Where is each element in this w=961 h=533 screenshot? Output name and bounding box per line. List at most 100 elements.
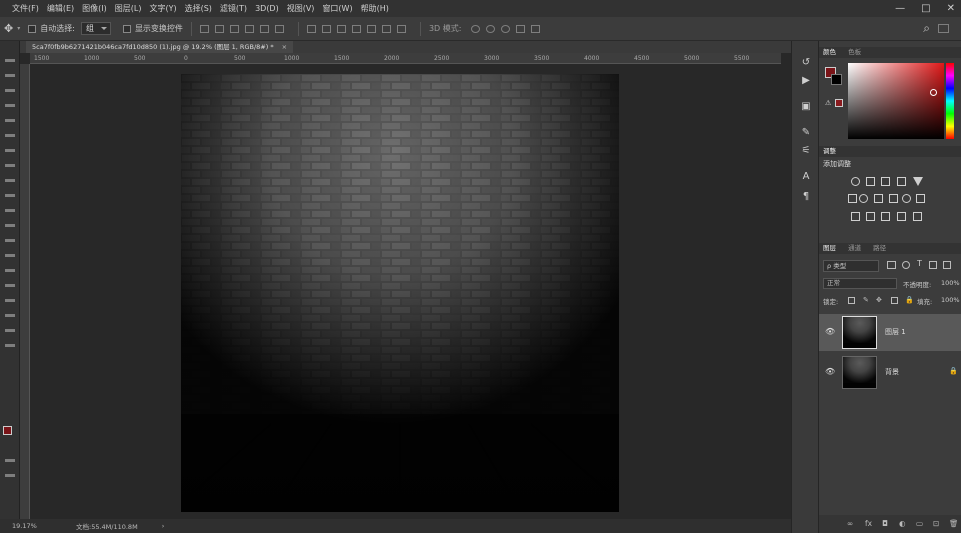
- add-mask-icon[interactable]: ◘: [882, 519, 888, 528]
- channel-mixer-icon[interactable]: [902, 194, 911, 203]
- align-hcenter-icon[interactable]: [259, 24, 269, 33]
- align-vcenter-icon[interactable]: [214, 24, 224, 33]
- menu-image[interactable]: 图像(I): [82, 3, 107, 14]
- distribute-right-icon[interactable]: [381, 24, 391, 33]
- color-picker-marker[interactable]: [930, 89, 937, 96]
- stamp-tool-icon[interactable]: [5, 164, 15, 167]
- 3d-video-icon[interactable]: [531, 24, 541, 33]
- invert-icon[interactable]: [851, 212, 860, 221]
- distribute-hcenter-icon[interactable]: [366, 24, 376, 33]
- lock-artboard-icon[interactable]: [891, 297, 898, 304]
- auto-select-checkbox[interactable]: [28, 24, 37, 33]
- brightness-icon[interactable]: [851, 177, 860, 186]
- pen-tool-icon[interactable]: [5, 254, 15, 257]
- hand-tool-icon[interactable]: [5, 314, 15, 317]
- lock-position-icon[interactable]: ✥: [876, 296, 882, 304]
- history-brush-tool-icon[interactable]: [5, 179, 15, 182]
- 3d-pan-icon[interactable]: [501, 24, 511, 33]
- tab-swatches[interactable]: 色板: [848, 48, 861, 56]
- eyedropper-tool-icon[interactable]: [5, 119, 15, 122]
- blur-tool-icon[interactable]: [5, 224, 15, 227]
- menu-3d[interactable]: 3D(D): [255, 4, 279, 13]
- menu-select[interactable]: 选择(S): [185, 3, 212, 14]
- more-tools-icon[interactable]: [5, 344, 15, 347]
- visibility-eye-icon[interactable]: 👁: [825, 367, 835, 376]
- close-tab-icon[interactable]: ×: [282, 43, 287, 51]
- color-picker-field[interactable]: [848, 63, 944, 139]
- status-menu-arrow[interactable]: ›: [162, 522, 165, 530]
- delete-layer-icon[interactable]: 🗑: [949, 519, 959, 528]
- 3d-slide-icon[interactable]: [516, 24, 526, 33]
- gradient-tool-icon[interactable]: [5, 209, 15, 212]
- marquee-tool-icon[interactable]: [5, 59, 15, 62]
- foreground-color-swatch[interactable]: [3, 426, 12, 435]
- tab-adjustments[interactable]: 调整: [823, 147, 836, 155]
- document-image[interactable]: [181, 74, 619, 512]
- path-select-tool-icon[interactable]: [5, 284, 15, 287]
- opacity-value[interactable]: 100%: [941, 279, 960, 287]
- lock-all-icon[interactable]: 🔒: [905, 296, 914, 304]
- restore-button[interactable]: □: [921, 3, 930, 14]
- blend-mode-dropdown[interactable]: 正常: [823, 278, 897, 289]
- black-white-icon[interactable]: [874, 194, 883, 203]
- screen-mode-icon[interactable]: [5, 474, 15, 477]
- new-layer-icon[interactable]: ⊡: [933, 519, 939, 528]
- paragraph-icon[interactable]: ¶: [800, 191, 812, 203]
- filter-smart-icon[interactable]: [943, 261, 951, 269]
- menu-help[interactable]: 帮助(H): [361, 3, 389, 14]
- lasso-tool-icon[interactable]: [5, 74, 15, 77]
- hue-saturation-icon[interactable]: [848, 194, 857, 203]
- tool-preset-arrow[interactable]: ▾: [17, 25, 20, 32]
- menu-window[interactable]: 窗口(W): [322, 3, 352, 14]
- 3d-rotate-icon[interactable]: [471, 24, 481, 33]
- workspace-icon[interactable]: [938, 24, 949, 33]
- distribute-bottom-icon[interactable]: [336, 24, 346, 33]
- auto-align-icon[interactable]: [396, 24, 406, 33]
- crop-tool-icon[interactable]: [5, 104, 15, 107]
- adjust-sliders-icon[interactable]: ⚟: [800, 145, 812, 157]
- layer-kind-filter[interactable]: ρ 类型: [823, 260, 879, 272]
- fx-icon[interactable]: fx: [865, 519, 872, 528]
- gradient-map-icon[interactable]: [897, 212, 906, 221]
- menu-filter[interactable]: 滤镜(T): [220, 3, 247, 14]
- type-tool-icon[interactable]: [5, 269, 15, 272]
- shape-tool-icon[interactable]: [5, 299, 15, 302]
- layer-row-background[interactable]: 👁 背景 🔒: [819, 354, 961, 391]
- filter-pixel-icon[interactable]: [887, 261, 896, 269]
- character-icon[interactable]: A: [800, 171, 812, 183]
- menu-view[interactable]: 视图(V): [287, 3, 315, 14]
- new-adjustment-icon[interactable]: ◐: [899, 519, 906, 528]
- tab-channels[interactable]: 通道: [848, 244, 861, 252]
- distribute-vcenter-icon[interactable]: [321, 24, 331, 33]
- web-safe-swatch[interactable]: [835, 99, 843, 107]
- zoom-tool-icon[interactable]: [5, 329, 15, 332]
- selective-color-icon[interactable]: [913, 212, 922, 221]
- brush-settings-icon[interactable]: ✎: [800, 127, 812, 139]
- distribute-left-icon[interactable]: [351, 24, 361, 33]
- align-top-icon[interactable]: [199, 24, 209, 33]
- properties-icon[interactable]: ▣: [800, 101, 812, 113]
- vibrance-icon[interactable]: [913, 177, 923, 186]
- healing-tool-icon[interactable]: [5, 134, 15, 137]
- distribute-top-icon[interactable]: [306, 24, 316, 33]
- fill-value[interactable]: 100%: [941, 296, 960, 304]
- menu-layer[interactable]: 图层(L): [115, 3, 142, 14]
- show-transform-checkbox[interactable]: [122, 24, 131, 33]
- link-layers-icon[interactable]: ∞: [847, 519, 853, 528]
- search-icon[interactable]: ⌕: [923, 21, 930, 36]
- auto-select-dropdown[interactable]: 组: [80, 22, 111, 35]
- history-icon[interactable]: ↺: [800, 57, 812, 69]
- new-group-icon[interactable]: ▭: [916, 519, 923, 528]
- close-button[interactable]: ✕: [947, 3, 955, 14]
- layer-row-layer1[interactable]: 👁 图层 1: [819, 314, 961, 351]
- levels-icon[interactable]: [866, 177, 875, 186]
- 3d-roll-icon[interactable]: [486, 24, 496, 33]
- tab-layers[interactable]: 图层: [823, 244, 836, 252]
- brush-tool-icon[interactable]: [5, 149, 15, 152]
- layer-name[interactable]: 背景: [885, 367, 899, 377]
- lock-image-icon[interactable]: ✎: [863, 296, 869, 304]
- minimize-button[interactable]: —: [895, 3, 905, 14]
- filter-type-icon[interactable]: T: [917, 259, 922, 268]
- align-bottom-icon[interactable]: [229, 24, 239, 33]
- hue-slider[interactable]: [946, 63, 954, 139]
